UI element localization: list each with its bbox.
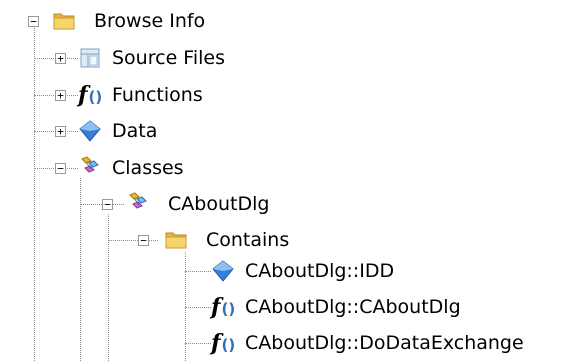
tree-node-label: Source Files — [112, 47, 225, 69]
tree-line-h — [108, 240, 158, 241]
collapse-toggle[interactable]: − — [55, 163, 66, 174]
expand-toggle[interactable]: + — [55, 53, 66, 64]
tree-node-label: CAboutDlg::DoDataExchange — [245, 332, 524, 354]
tree-node-label: CAboutDlg::CAboutDlg — [245, 296, 461, 318]
tree-line-cabout — [108, 214, 109, 361]
tree-node-label: CAboutDlg::IDD — [245, 260, 395, 282]
folder-icon — [165, 232, 187, 249]
function-icon: f() — [211, 294, 236, 320]
data-icon — [79, 120, 101, 142]
folder-icon — [53, 13, 75, 30]
collapse-toggle[interactable]: − — [102, 199, 113, 210]
collapse-toggle[interactable]: − — [138, 235, 149, 246]
tree-line-h — [185, 271, 211, 272]
tree-line-classes — [80, 178, 81, 361]
tree-node-label: Data — [112, 120, 158, 142]
function-icon: f() — [211, 330, 236, 356]
collapse-toggle[interactable]: − — [28, 16, 39, 27]
tree-line-h — [185, 307, 211, 308]
tree-node-label: Browse Info — [94, 10, 206, 32]
classes-icon — [81, 156, 99, 173]
expand-toggle[interactable]: + — [55, 126, 66, 137]
tree-line-h — [185, 343, 211, 344]
class-icon — [129, 192, 147, 209]
tree-node-label: Classes — [112, 157, 184, 179]
tree-node-label: Contains — [206, 229, 290, 251]
source-files-icon — [80, 48, 100, 68]
data-icon — [212, 260, 234, 282]
tree-line-root — [34, 28, 35, 361]
tree-node-label: CAboutDlg — [168, 193, 270, 215]
tree-node-label: Functions — [112, 84, 203, 106]
expand-toggle[interactable]: + — [55, 90, 66, 101]
function-icon: f() — [78, 82, 103, 108]
